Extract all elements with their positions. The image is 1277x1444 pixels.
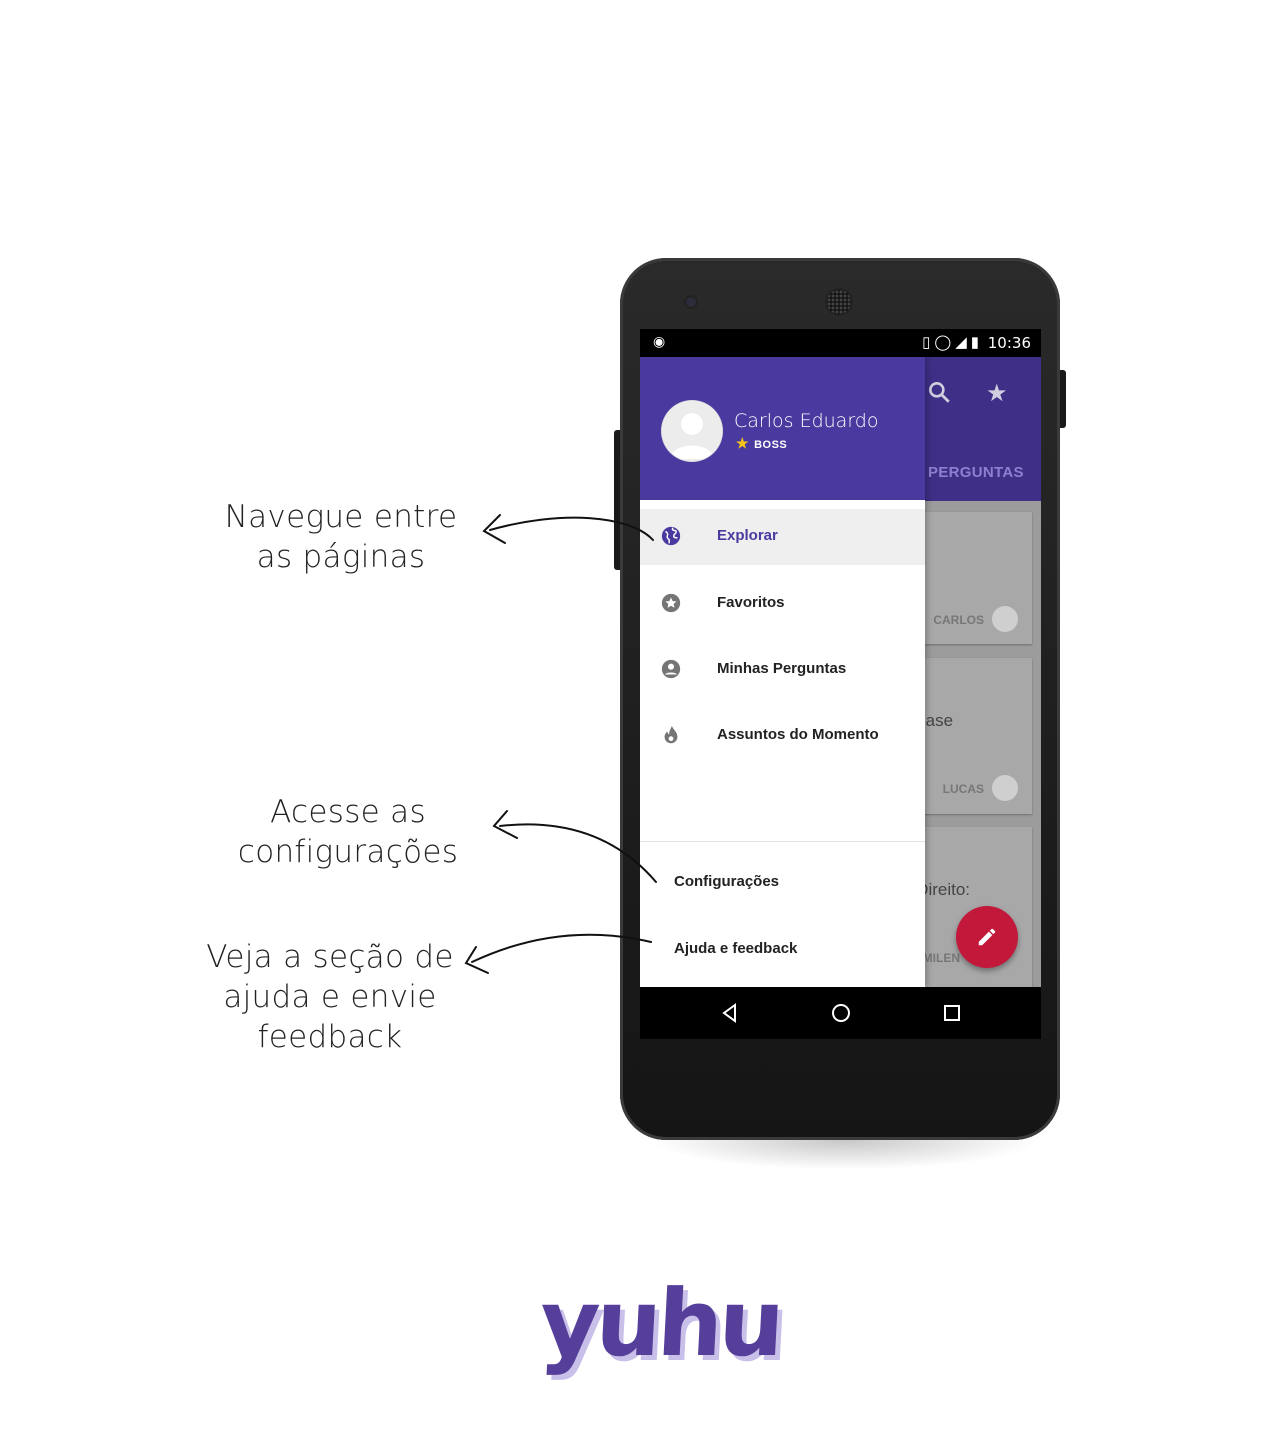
- drawer-item-label: Ajuda e feedback: [674, 940, 798, 957]
- callout-line: Acesse as: [270, 794, 426, 830]
- earpiece-speaker: [827, 290, 851, 314]
- navigation-drawer: Carlos Eduardo ★ BOSS Explorar Favoritos: [640, 357, 925, 987]
- drawer-item-label: Assuntos do Momento: [717, 726, 879, 743]
- battery-icon: ▮: [970, 334, 983, 351]
- card-author: CARLOS: [933, 613, 984, 627]
- alarm-icon: ◯: [934, 334, 956, 351]
- phone-power-button: [1059, 370, 1066, 428]
- back-icon[interactable]: [718, 1001, 742, 1025]
- callout-line: Veja a seção de: [206, 939, 454, 975]
- drawer-divider: [640, 841, 925, 842]
- callout-line: as páginas: [256, 539, 426, 575]
- home-icon[interactable]: [829, 1001, 853, 1025]
- status-bar: ◉ ▯◯◢▮ 10:36: [640, 329, 1041, 357]
- search-icon[interactable]: [926, 379, 952, 405]
- arrowhead: [492, 810, 518, 839]
- card-author: LUCAS: [942, 782, 984, 796]
- pencil-icon: [978, 928, 996, 946]
- callout-line: configurações: [237, 834, 459, 870]
- callout-line: Navegue entre: [224, 499, 458, 535]
- globe-icon: [661, 526, 681, 546]
- compose-fab[interactable]: [956, 906, 1018, 968]
- flame-icon: [664, 725, 678, 744]
- drawer-item-assuntos[interactable]: Assuntos do Momento: [640, 708, 925, 764]
- drawer-item-ajuda[interactable]: Ajuda e feedback: [640, 924, 925, 976]
- android-notification-icon: ◉: [653, 333, 666, 349]
- user-name: Carlos Eduardo: [734, 410, 879, 432]
- tab-perguntas[interactable]: PERGUNTAS: [928, 464, 1024, 481]
- vibrate-icon: ▯: [922, 334, 935, 351]
- callout-navigate: Navegue entre as páginas: [205, 497, 477, 577]
- drawer-item-configuracoes[interactable]: Configurações: [640, 857, 925, 909]
- phone-screen: ◉ ▯◯◢▮ 10:36 ★ PERGUNTAS CARLOS a base L…: [640, 329, 1041, 1039]
- arrowhead: [482, 514, 506, 544]
- star-icon[interactable]: ★: [986, 379, 1008, 408]
- drawer-item-favoritos[interactable]: Favoritos: [640, 576, 925, 632]
- avatar[interactable]: [662, 401, 722, 461]
- drawer-item-label: Explorar: [717, 527, 778, 544]
- user-badge: ★ BOSS: [736, 435, 787, 452]
- front-camera: [686, 297, 696, 307]
- status-time: 10:36: [987, 334, 1031, 352]
- star-icon: ★: [736, 435, 750, 451]
- callout-help: Veja a seção de ajuda e envie feedback: [185, 937, 475, 1057]
- badge-label: BOSS: [754, 439, 788, 451]
- drawer-item-label: Minhas Perguntas: [717, 660, 847, 677]
- callout-settings: Acesse as configurações: [215, 792, 481, 872]
- avatar: [992, 775, 1018, 801]
- avatar: [992, 606, 1018, 632]
- signal-icon: ◢: [955, 334, 971, 351]
- account-circle-icon: [661, 659, 681, 679]
- yuhu-logo: yuhu: [537, 1270, 784, 1377]
- drawer-item-explorar[interactable]: Explorar: [640, 509, 925, 565]
- person-icon: [662, 401, 722, 461]
- callout-line: feedback: [257, 1019, 403, 1055]
- recents-icon[interactable]: [940, 1001, 964, 1025]
- star-circle-icon: [661, 593, 681, 613]
- drawer-item-minhas-perguntas[interactable]: Minhas Perguntas: [640, 642, 925, 698]
- drawer-item-label: Favoritos: [717, 594, 785, 611]
- callout-line: ajuda e envie: [223, 979, 437, 1015]
- status-icons: ▯◯◢▮: [922, 333, 983, 351]
- drawer-item-label: Configurações: [674, 873, 780, 890]
- drawer-header: Carlos Eduardo ★ BOSS: [640, 357, 925, 500]
- system-nav-bar: [640, 987, 1041, 1039]
- card-author: MILEN: [922, 951, 960, 965]
